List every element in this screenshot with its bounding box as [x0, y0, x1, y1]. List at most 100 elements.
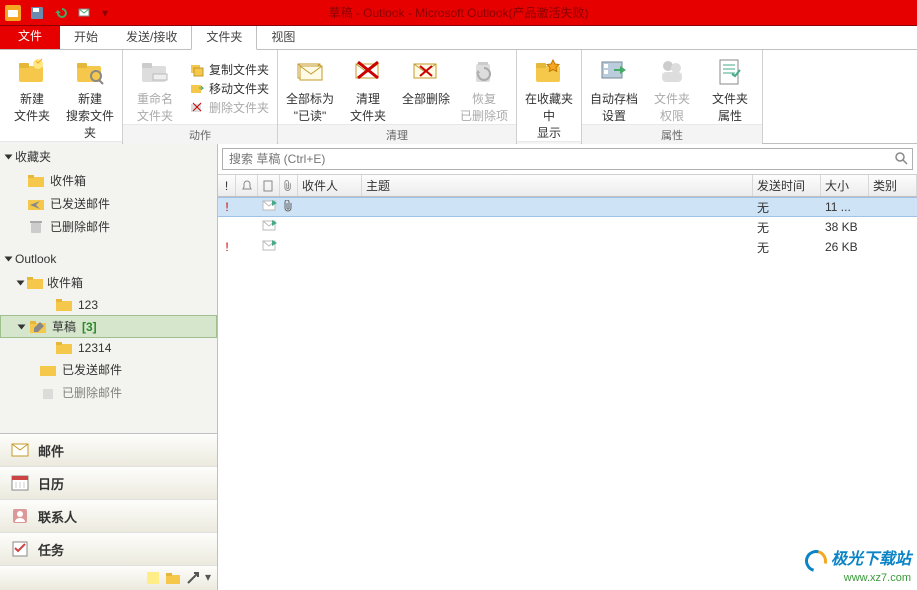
new-search-folder-button[interactable]: 新建 搜索文件夹 [62, 52, 118, 141]
col-subject[interactable]: 主题 [362, 175, 753, 196]
draft-mail-icon [258, 240, 280, 255]
chevron-down-icon [18, 324, 26, 329]
chevron-down-icon [5, 257, 13, 262]
tab-send-receive[interactable]: 发送/接收 [112, 24, 191, 49]
autoarchive-button[interactable]: 自动存档 设置 [586, 52, 642, 124]
cleanup-folder-button[interactable]: 清理 文件夹 [340, 52, 396, 124]
trash-icon [40, 386, 56, 400]
nav-favorites-label: 收藏夹 [15, 148, 51, 165]
nav-bottom: 邮件 日历 联系人 任务 ▾ [0, 433, 217, 590]
group-cleanup-label: 清理 [278, 124, 516, 145]
shortcuts-icon[interactable] [185, 570, 201, 586]
nav-drafts-label: 草稿 [52, 318, 76, 335]
col-size[interactable]: 大小 [821, 175, 869, 196]
col-importance[interactable]: ! [218, 175, 236, 196]
col-sendtime[interactable]: 发送时间 [753, 175, 821, 196]
nav-contacts-button[interactable]: 联系人 [0, 500, 217, 533]
nav-deleted[interactable]: 已删除邮件 [0, 381, 217, 404]
col-recipient[interactable]: 收件人 [298, 175, 362, 196]
nav-fav-deleted-label: 已删除邮件 [50, 218, 110, 235]
nav-drafts[interactable]: 草稿 [3] [0, 315, 217, 338]
quick-access-toolbar: ▾ [0, 2, 112, 24]
delete-folder-label: 删除文件夹 [209, 99, 269, 116]
folder-icon [28, 174, 44, 188]
outlook-app-icon[interactable] [2, 2, 24, 24]
folder-permissions-label: 文件夹 权限 [654, 90, 690, 124]
qat-save-icon[interactable] [26, 2, 48, 24]
mark-all-read-button[interactable]: 全部标为 "已读" [282, 52, 338, 124]
nav-folder-123[interactable]: 123 [0, 295, 217, 315]
nav-folder-12314-label: 12314 [78, 341, 111, 355]
nav-tasks-button[interactable]: 任务 [0, 533, 217, 566]
drafts-icon [30, 320, 46, 334]
search-box[interactable] [222, 148, 913, 170]
delete-all-button[interactable]: 全部删除 [398, 52, 454, 124]
restore-deleted-button: 恢复 已删除项 [456, 52, 512, 124]
main-content: 收藏夹 收件箱 已发送邮件 已删除邮件 Outlook 收件箱 123 [0, 144, 917, 590]
ribbon-group-favorites: 在收藏夹中 显示 收藏夹 [517, 50, 582, 143]
col-icon[interactable] [258, 175, 280, 196]
nav-fav-inbox-label: 收件箱 [50, 172, 86, 189]
search-icon[interactable] [890, 151, 912, 168]
folder-icon [56, 298, 72, 312]
nav-tray-dropdown[interactable]: ▾ [205, 570, 211, 586]
watermark-line1: 极光下载站 [831, 551, 911, 568]
nav-favorites-header[interactable]: 收藏夹 [0, 144, 217, 169]
nav-calendar-button[interactable]: 日历 [0, 467, 217, 500]
new-search-folder-label: 新建 搜索文件夹 [62, 90, 118, 141]
message-row[interactable]: 无 38 KB [218, 217, 917, 237]
col-reminder[interactable] [236, 175, 258, 196]
nav-deleted-label: 已删除邮件 [62, 384, 122, 401]
tab-view[interactable]: 视图 [257, 24, 309, 49]
nav-fav-inbox[interactable]: 收件箱 [0, 169, 217, 192]
nav-fav-deleted[interactable]: 已删除邮件 [0, 215, 217, 238]
qat-undo-icon[interactable] [50, 2, 72, 24]
delete-all-label: 全部删除 [402, 90, 450, 107]
nav-outlook-header[interactable]: Outlook [0, 248, 217, 270]
folder-properties-button[interactable]: 文件夹 属性 [702, 52, 758, 124]
cleanup-folder-label: 清理 文件夹 [350, 90, 386, 124]
ribbon: 新建 文件夹 新建 搜索文件夹 新建 重命名 文件夹 复制文件夹 [0, 50, 917, 144]
qat-customize-dropdown[interactable]: ▾ [98, 2, 112, 24]
delete-folder-button[interactable]: 删除文件夹 [185, 98, 273, 117]
nav-drafts-count: [3] [82, 320, 97, 334]
group-actions-label: 动作 [123, 124, 277, 145]
nav-sent[interactable]: 已发送邮件 [0, 358, 217, 381]
message-row[interactable]: ! 无 11 ... [218, 197, 917, 217]
watermark-logo-icon [801, 546, 831, 576]
folder-icon[interactable] [165, 570, 181, 586]
nav-inbox-node[interactable]: 收件箱 [0, 270, 217, 295]
nav-calendar-label: 日历 [38, 474, 64, 493]
tab-folder[interactable]: 文件夹 [191, 23, 257, 50]
autoarchive-label: 自动存档 设置 [590, 90, 638, 124]
qat-sendreceive-icon[interactable] [74, 2, 96, 24]
nav-folder-12314[interactable]: 12314 [0, 338, 217, 358]
tab-home[interactable]: 开始 [60, 24, 112, 49]
cell-sendtime: 无 [753, 219, 821, 236]
tab-file[interactable]: 文件 [0, 22, 60, 49]
nav-tasks-label: 任务 [38, 540, 64, 559]
nav-fav-sent[interactable]: 已发送邮件 [0, 192, 217, 215]
folder-icon [56, 341, 72, 355]
nav-contacts-label: 联系人 [38, 507, 77, 526]
search-input[interactable] [223, 152, 890, 166]
chevron-down-icon [17, 280, 25, 285]
nav-sent-label: 已发送邮件 [62, 361, 122, 378]
cell-sendtime: 无 [753, 239, 821, 256]
column-headers: ! 收件人 主题 发送时间 大小 类别 [218, 175, 917, 197]
message-row[interactable]: ! 无 26 KB [218, 237, 917, 257]
notes-icon[interactable] [145, 570, 161, 586]
sent-icon [40, 363, 56, 377]
cell-importance: ! [218, 200, 236, 214]
copy-folder-button[interactable]: 复制文件夹 [185, 60, 273, 79]
show-in-favorites-button[interactable]: 在收藏夹中 显示 [521, 52, 577, 141]
new-folder-button[interactable]: 新建 文件夹 [4, 52, 60, 141]
message-list-pane: ! 收件人 主题 发送时间 大小 类别 ! 无 11 ... [218, 144, 917, 590]
tasks-icon [10, 539, 30, 559]
col-attachment[interactable] [280, 175, 298, 196]
draft-mail-icon [258, 220, 280, 235]
col-category[interactable]: 类别 [869, 175, 917, 196]
move-folder-button[interactable]: 移动文件夹 [185, 79, 273, 98]
copy-folder-label: 复制文件夹 [209, 61, 269, 78]
nav-mail-button[interactable]: 邮件 [0, 434, 217, 467]
